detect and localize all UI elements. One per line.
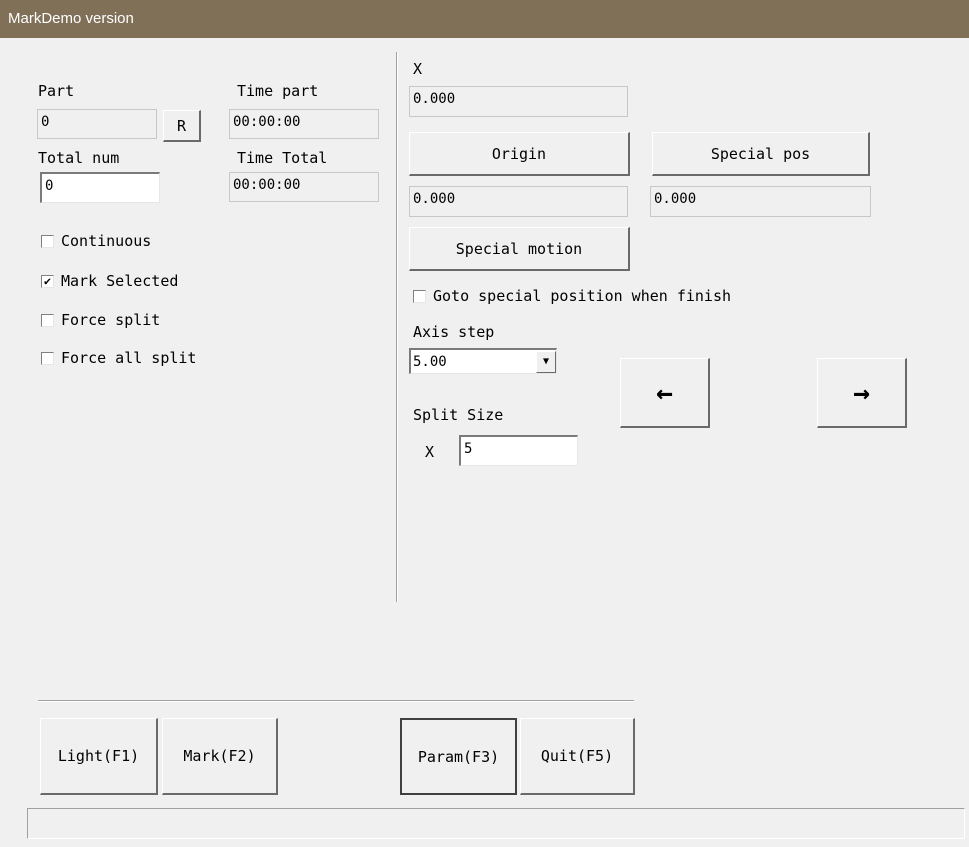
force-split-checkbox[interactable]: Force split (41, 311, 160, 329)
time-part-field: 00:00:00 (229, 109, 379, 139)
total-num-label: Total num (38, 149, 120, 167)
horizontal-divider (38, 700, 634, 702)
special-motion-button[interactable]: Special motion (409, 227, 630, 271)
checkbox-label: Force split (61, 311, 161, 329)
origin-button[interactable]: Origin (409, 132, 630, 176)
goto-special-checkbox[interactable]: Goto special position when finish (413, 287, 731, 305)
total-num-input[interactable]: 0 (40, 172, 160, 203)
checkbox-label: Force all split (61, 349, 197, 367)
force-all-split-checkbox[interactable]: Force all split (41, 349, 196, 367)
quit-button[interactable]: Quit(F5) (520, 718, 635, 795)
part-label: Part (38, 82, 75, 100)
split-x-label: X (425, 443, 435, 461)
special-pos-button[interactable]: Special pos (652, 132, 870, 176)
light-button[interactable]: Light(F1) (40, 718, 158, 795)
arrow-left-icon: ← (656, 376, 673, 409)
time-total-field: 00:00:00 (229, 172, 379, 202)
chevron-down-icon[interactable]: ▼ (536, 350, 556, 373)
vertical-divider (396, 52, 398, 602)
axis-step-value: 5.00 (413, 353, 447, 370)
status-bar (27, 808, 965, 839)
checkbox-box[interactable] (41, 234, 54, 248)
window-title: MarkDemo version (0, 0, 969, 38)
checkbox-label: Mark Selected (61, 272, 179, 290)
move-left-button[interactable]: ← (620, 358, 710, 428)
special-pos-value-field: 0.000 (650, 186, 871, 217)
mark-button[interactable]: Mark(F2) (162, 718, 278, 795)
part-field: 0 (37, 109, 157, 139)
split-size-label: Split Size (413, 406, 504, 424)
x-position-field: 0.000 (409, 86, 628, 117)
move-right-button[interactable]: → (817, 358, 907, 428)
axis-step-dropdown[interactable]: 5.00 ▼ (409, 348, 557, 374)
time-total-label: Time Total (237, 149, 328, 167)
arrow-right-icon: → (853, 376, 870, 409)
checkbox-box[interactable] (41, 351, 54, 365)
checkbox-label: Continuous (61, 232, 152, 250)
x-label: X (413, 60, 423, 78)
checkbox-box[interactable] (41, 313, 54, 327)
split-x-input[interactable]: 5 (459, 435, 578, 466)
checkmark-icon[interactable]: ✔ (41, 274, 54, 288)
origin-value-field: 0.000 (409, 186, 628, 217)
reset-part-button[interactable]: R (163, 110, 201, 142)
continuous-checkbox[interactable]: Continuous (41, 232, 151, 250)
checkbox-label: Goto special position when finish (433, 287, 732, 305)
mark-selected-checkbox[interactable]: ✔ Mark Selected (41, 272, 178, 290)
time-part-label: Time part (237, 82, 319, 100)
param-button[interactable]: Param(F3) (400, 718, 517, 795)
axis-step-label: Axis step (413, 323, 495, 341)
checkbox-box[interactable] (413, 289, 426, 303)
